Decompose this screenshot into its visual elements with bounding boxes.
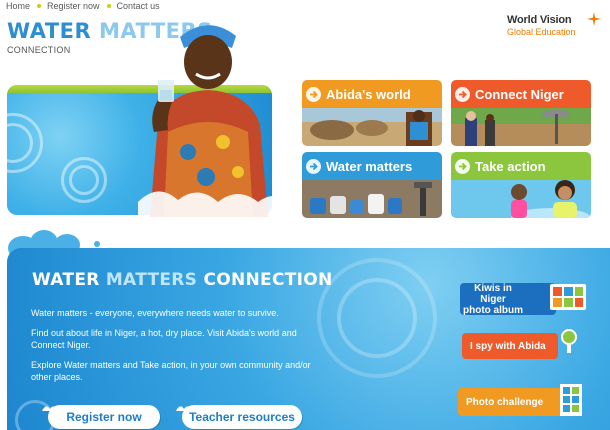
- intro-paragraph: Explore Water matters and Take action, i…: [31, 359, 311, 383]
- tile-label: Connect Niger: [475, 86, 564, 102]
- tile-take-action[interactable]: Take action: [451, 152, 591, 218]
- tile-water-matters[interactable]: Water matters: [302, 152, 442, 218]
- register-now-button[interactable]: Register now: [42, 405, 160, 429]
- i-spy-label: I spy with Abida: [470, 340, 546, 352]
- tile-label: Take action: [475, 158, 546, 174]
- tile-header: Water matters: [302, 152, 442, 180]
- water-ring: [61, 157, 107, 203]
- intro-paragraph: Water matters - everyone, everywhere nee…: [31, 308, 279, 318]
- tile-header: Connect Niger: [451, 80, 591, 108]
- tile-abidas-world[interactable]: Abida's world: [302, 80, 442, 146]
- tile-header: Abida's world: [302, 80, 442, 108]
- panel-title-connection: CONNECTION: [203, 270, 333, 290]
- world-vision-logo[interactable]: World Vision Global Education: [507, 12, 603, 37]
- intro-text: Water matters - everyone, everywhere nee…: [31, 307, 331, 391]
- kiwis-label-line2: photo album: [463, 304, 523, 316]
- arrow-right-icon: [306, 86, 321, 102]
- top-nav: Home Register now Contact us: [6, 0, 160, 12]
- arrow-right-icon: [306, 158, 321, 174]
- cloud-decoration: [94, 241, 100, 247]
- film-strip-icon: [560, 384, 582, 416]
- arrow-right-icon: [455, 158, 470, 174]
- children-pool-photo: [451, 180, 591, 218]
- teacher-resources-button[interactable]: Teacher resources: [176, 405, 302, 429]
- splash-icon: [176, 406, 192, 411]
- photo-challenge-label: Photo challenge: [466, 396, 544, 408]
- photo-grid-icon: [550, 284, 586, 310]
- kiwis-photo-album-button[interactable]: Kiwis in Niger photo album: [460, 282, 556, 316]
- tile-label: Water matters: [326, 158, 413, 174]
- panel-title: WATER MATTERS CONNECTION: [32, 270, 333, 290]
- register-now-label: Register now: [66, 410, 142, 424]
- water-ring: [7, 113, 43, 173]
- tile-header: Take action: [451, 152, 591, 180]
- i-spy-with-abida-button[interactable]: I spy with Abida: [462, 333, 558, 359]
- nav-register-link[interactable]: Register now: [47, 1, 100, 11]
- nav-contact-link[interactable]: Contact us: [117, 1, 160, 11]
- logo-word-water: WATER: [7, 19, 92, 43]
- water-ring: [317, 258, 437, 378]
- nav-separator: [37, 4, 42, 8]
- star-icon: [587, 12, 601, 26]
- photo-challenge-button[interactable]: Photo challenge: [458, 388, 562, 416]
- hero-girl-image: [138, 25, 286, 217]
- panel-title-matters: MATTERS: [105, 270, 198, 290]
- intro-paragraph: Find out about life in Niger, a hot, dry…: [31, 327, 297, 351]
- splash-icon: [42, 406, 58, 411]
- teacher-resources-label: Teacher resources: [189, 410, 295, 424]
- nav-separator: [106, 4, 111, 8]
- people-photo: [451, 108, 591, 146]
- panel-title-water: WATER: [32, 270, 100, 290]
- village-photo: [302, 108, 442, 146]
- magnifier-icon: [561, 329, 577, 353]
- nav-home-link[interactable]: Home: [6, 1, 30, 11]
- tile-connect-niger[interactable]: Connect Niger: [451, 80, 591, 146]
- tile-label: Abida's world: [326, 86, 411, 102]
- partner-subtitle: Global Education: [507, 27, 576, 37]
- water-containers-photo: [302, 180, 442, 218]
- arrow-right-icon: [455, 86, 470, 102]
- kiwis-label-line1: Kiwis in Niger: [474, 282, 512, 305]
